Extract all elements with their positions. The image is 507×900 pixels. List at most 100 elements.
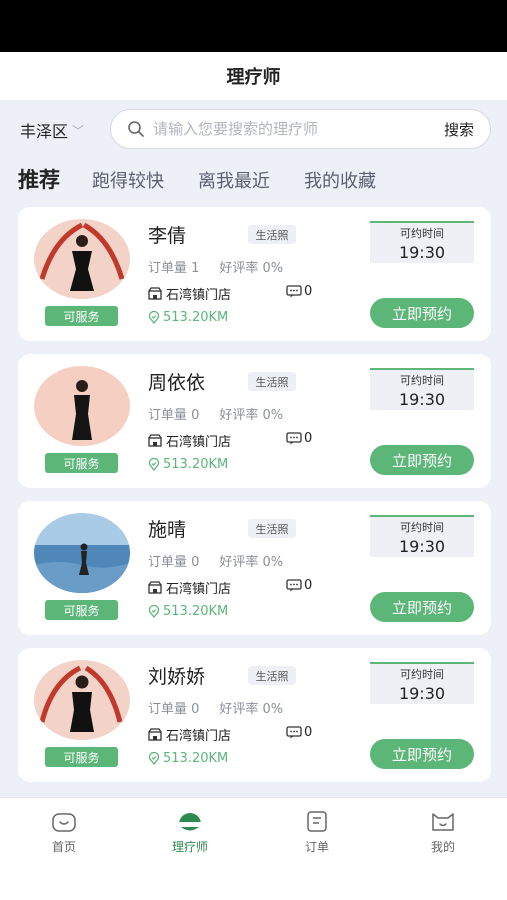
store-name: 石湾镇门店 [166,435,232,450]
message-count-value: 0 [304,725,313,740]
status-badge: 可服务 [45,600,118,620]
store-info: 石湾镇门店 [148,431,231,450]
distance: 513.20KM [148,310,228,325]
order-count: 订单量 0 [148,408,200,423]
store-info: 石湾镇门店 [148,284,231,303]
message-count[interactable]: 0 [286,725,312,740]
search-button[interactable]: 搜索 [428,119,490,140]
avatar [34,219,130,299]
message-count[interactable]: 0 [286,431,312,446]
bottom-nav: 首页 理疗师 订单 我的 [0,797,507,900]
search-icon [128,121,144,137]
book-now-button[interactable]: 立即预约 [370,592,474,622]
life-photo-tag[interactable]: 生活照 [248,372,296,391]
nav-item-home[interactable]: 首页 [14,810,114,855]
region-selector[interactable]: 丰泽区 ﹀ [20,118,84,142]
comment-icon [286,432,302,445]
available-time-value: 19:30 [398,683,446,703]
therapist-stats: 订单量 0 好评率 0% [148,404,283,423]
chevron-down-icon: ﹀ [72,123,85,138]
available-time-label: 可约时间 [400,520,444,534]
store-name: 石湾镇门店 [166,288,232,303]
distance-value: 513.20KM [163,604,229,619]
store-icon [148,434,162,447]
location-icon [148,752,160,765]
nav-item-therapist[interactable]: 理疗师 [140,810,240,855]
store-info: 石湾镇门店 [148,725,231,744]
available-time-value: 19:30 [398,389,446,409]
status-badge: 可服务 [45,306,118,326]
status-badge: 可服务 [45,747,118,767]
therapist-card[interactable]: 可服务 周依依 生活照 订单量 0 好评率 0% 石湾镇门店 0 513.20KM… [18,354,491,488]
region-label: 丰泽区 [20,122,69,141]
message-count-value: 0 [304,578,313,593]
available-time-label: 可约时间 [400,667,444,681]
therapist-name: 施晴 [148,519,187,541]
search-row: 丰泽区 ﹀ 搜索 [0,107,507,151]
therapist-icon [179,813,201,831]
book-now-button[interactable]: 立即预约 [370,298,474,328]
tab-favorites[interactable]: 我的收藏 [304,167,376,193]
order-count: 订单量 1 [148,261,200,276]
nav-label: 订单 [304,840,329,854]
book-now-button[interactable]: 立即预约 [370,739,474,769]
avatar [34,513,130,593]
available-time-value: 19:30 [398,242,446,262]
home-icon [52,813,76,832]
rating: 好评率 0% [219,408,284,423]
rating: 好评率 0% [219,555,284,570]
nav-item-orders[interactable]: 订单 [267,810,367,855]
location-icon [148,311,160,324]
therapist-card[interactable]: 可服务 刘娇娇 生活照 订单量 0 好评率 0% 石湾镇门店 0 513.20KM… [18,648,491,782]
store-icon [148,287,162,300]
nav-label: 理疗师 [171,840,208,854]
order-icon [307,811,327,832]
status-bar [0,0,507,52]
order-count: 订单量 0 [148,555,200,570]
therapist-card[interactable]: 可服务 李倩 生活照 订单量 1 好评率 0% 石湾镇门店 0 513.20KM … [18,207,491,341]
comment-icon [286,285,302,298]
therapist-card[interactable]: 可服务 施晴 生活照 订单量 0 好评率 0% 石湾镇门店 0 513.20KM … [18,501,491,635]
tab-fastest[interactable]: 跑得较快 [92,167,164,193]
available-time-value: 19:30 [398,536,446,556]
available-time: 可约时间 19:30 [370,662,474,704]
store-name: 石湾镇门店 [166,582,232,597]
life-photo-tag[interactable]: 生活照 [248,519,296,538]
location-icon [148,605,160,618]
nav-label: 首页 [51,840,76,854]
avatar [34,660,130,740]
search-box: 搜索 [110,109,491,149]
therapist-stats: 订单量 0 好评率 0% [148,698,283,717]
search-input[interactable] [153,120,428,138]
profile-icon [432,813,454,831]
therapist-stats: 订单量 0 好评率 0% [148,551,283,570]
message-count-value: 0 [304,284,313,299]
store-name: 石湾镇门店 [166,729,232,744]
store-info: 石湾镇门店 [148,578,231,597]
nav-item-profile[interactable]: 我的 [393,810,493,855]
message-count[interactable]: 0 [286,578,312,593]
distance: 513.20KM [148,751,228,766]
tab-nearest[interactable]: 离我最近 [198,167,270,193]
location-icon [148,458,160,471]
available-time: 可约时间 19:30 [370,221,474,263]
nav-label: 我的 [430,840,455,854]
store-icon [148,581,162,594]
distance: 513.20KM [148,457,228,472]
comment-icon [286,726,302,739]
distance-value: 513.20KM [163,310,229,325]
book-now-button[interactable]: 立即预约 [370,445,474,475]
tab-recommended[interactable]: 推荐 [18,164,60,194]
comment-icon [286,579,302,592]
order-count: 订单量 0 [148,702,200,717]
therapist-name: 刘娇娇 [148,666,206,688]
nav-bar: 理疗师 [0,52,507,100]
life-photo-tag[interactable]: 生活照 [248,225,296,244]
available-time: 可约时间 19:30 [370,368,474,410]
therapist-name: 李倩 [148,225,187,247]
available-time: 可约时间 19:30 [370,515,474,557]
life-photo-tag[interactable]: 生活照 [248,666,296,685]
filter-tabs: 推荐 跑得较快 离我最近 我的收藏 [18,164,410,196]
status-badge: 可服务 [45,453,118,473]
message-count[interactable]: 0 [286,284,312,299]
